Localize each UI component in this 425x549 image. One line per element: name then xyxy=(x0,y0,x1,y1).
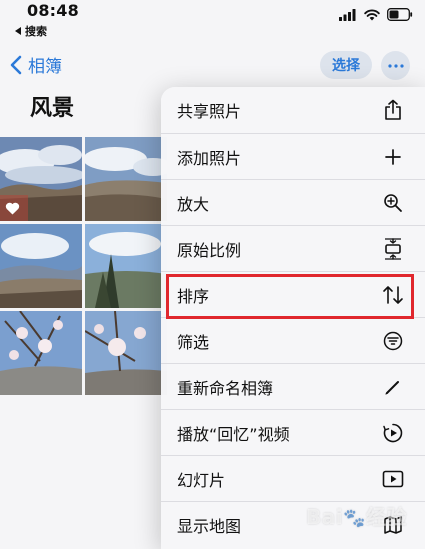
ellipsis-icon xyxy=(387,63,404,68)
menu-item-sort[interactable]: 排序 xyxy=(161,271,425,317)
wifi-icon xyxy=(364,6,380,25)
menu-item-zoom-in[interactable]: 放大 xyxy=(161,179,425,225)
baidu-watermark-logo: Bai🐾经验 xyxy=(306,505,408,529)
menu-item-label: 排序 xyxy=(177,286,210,306)
menu-item-label: 幻灯片 xyxy=(177,470,226,490)
select-button[interactable]: 选择 xyxy=(320,51,372,79)
menu-item-label: 添加照片 xyxy=(177,148,242,168)
photo-thumbnail[interactable] xyxy=(85,224,167,308)
slideshow-icon xyxy=(381,467,405,491)
menu-item-add-photos[interactable]: 添加照片 xyxy=(161,133,425,179)
cellular-signal-icon xyxy=(339,6,357,25)
back-triangle-icon xyxy=(15,27,21,35)
status-time: 08:48 xyxy=(27,1,79,20)
chevron-left-icon xyxy=(10,55,22,74)
menu-item-label: 放大 xyxy=(177,194,210,214)
photo-thumbnail[interactable] xyxy=(0,224,82,308)
aspect-ratio-icon xyxy=(381,237,405,261)
sort-icon xyxy=(381,283,405,307)
menu-item-label: 共享照片 xyxy=(177,102,242,121)
battery-icon xyxy=(387,6,413,25)
status-bar: 08:48 搜索 xyxy=(0,0,425,42)
back-to-app-link[interactable]: 搜索 xyxy=(15,23,47,39)
menu-item-label: 筛选 xyxy=(177,332,210,352)
memories-play-icon xyxy=(381,421,405,445)
pencil-icon xyxy=(381,375,405,399)
album-title: 风景 xyxy=(30,96,75,121)
photo-thumbnail[interactable] xyxy=(85,311,167,395)
menu-item-label: 显示地图 xyxy=(177,516,242,536)
menu-item-label: 播放“回忆”视频 xyxy=(177,424,290,444)
menu-item-rename-album[interactable]: 重新命名相簿 xyxy=(161,363,425,409)
menu-item-slideshow[interactable]: 幻灯片 xyxy=(161,455,425,501)
photo-thumbnail[interactable] xyxy=(85,137,167,221)
back-label: 相簿 xyxy=(28,57,62,77)
plus-icon xyxy=(381,145,405,169)
share-icon xyxy=(381,98,405,122)
zoom-in-icon xyxy=(381,191,405,215)
photo-thumbnail[interactable] xyxy=(0,137,82,221)
menu-item-share-photos[interactable]: 共享照片 xyxy=(161,87,425,133)
menu-item-label: 重新命名相簿 xyxy=(177,378,274,398)
status-icons xyxy=(339,6,413,25)
album-options-menu: 共享照片 添加照片 放大 原始比例 排序 筛选 重新命名相簿 播放“回忆”视频 … xyxy=(161,87,425,549)
menu-item-label: 原始比例 xyxy=(177,240,242,260)
filter-icon xyxy=(381,329,405,353)
heart-icon xyxy=(5,202,20,215)
menu-item-filter[interactable]: 筛选 xyxy=(161,317,425,363)
photos-album-screen: 08:48 搜索 相簿 选择 风景 共享照片 添加照片 放大 原始比例 排序 筛… xyxy=(0,0,425,549)
menu-item-play-memories[interactable]: 播放“回忆”视频 xyxy=(161,409,425,455)
more-options-button[interactable] xyxy=(381,51,410,80)
menu-item-aspect-ratio[interactable]: 原始比例 xyxy=(161,225,425,271)
photo-thumbnail[interactable] xyxy=(0,311,82,395)
back-to-albums-button[interactable]: 相簿 xyxy=(10,52,62,77)
back-to-app-label: 搜索 xyxy=(25,25,47,38)
